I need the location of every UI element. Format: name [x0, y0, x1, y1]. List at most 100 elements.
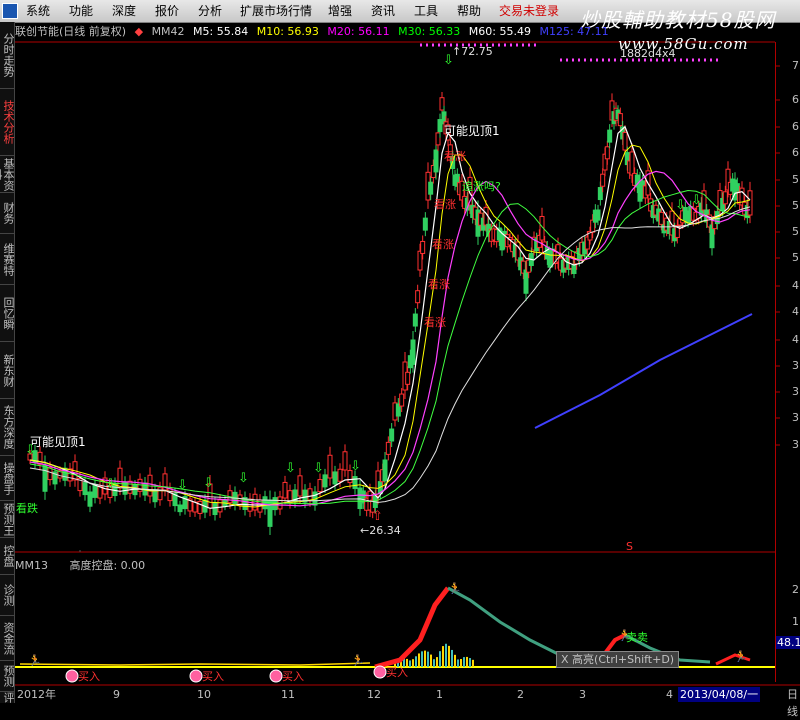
side-tab-comment[interactable]: 评: [0, 692, 15, 703]
ma60-label: M60: 55.49: [468, 25, 531, 38]
date-month-label: 9: [113, 688, 120, 701]
date-month-label: 2012年: [17, 688, 56, 701]
date-month-label: 11: [281, 688, 295, 701]
price-tick-label: 3: [792, 385, 799, 398]
menu-trade-login[interactable]: 交易未登录: [499, 0, 559, 22]
candle-body: [282, 481, 288, 499]
candle-body: [87, 491, 93, 507]
buy-marker-icon: [189, 669, 203, 683]
candle-body: [437, 119, 443, 133]
rise-signal-label: 看涨: [432, 237, 454, 251]
down-arrow-icon: ⇩: [25, 443, 36, 458]
price-tick-label: 7: [792, 59, 799, 72]
menu-quote[interactable]: 报价: [155, 0, 179, 22]
candle-body: [67, 468, 73, 482]
candle-body: [607, 129, 613, 143]
menu-tools[interactable]: 工具: [414, 0, 438, 22]
down-arrow-icon: ⇩: [313, 461, 324, 476]
candle-body: [327, 454, 333, 479]
price-tick-label: 3: [792, 411, 799, 424]
menu-analysis[interactable]: 分析: [198, 0, 222, 22]
rise-signal-label: 看涨: [428, 277, 450, 291]
up-arrow-icon: ⇧: [372, 509, 383, 524]
indicator-last-value: 48.1: [776, 636, 800, 649]
candle-body: [523, 269, 529, 294]
menu-system[interactable]: 系统: [26, 0, 50, 22]
candle-body: [622, 131, 628, 151]
side-tab-finance[interactable]: 财务: [0, 193, 15, 234]
indicator-title: MM13 高度控盘: 0.00: [15, 557, 163, 573]
side-tab-predict[interactable]: 预测: [0, 661, 15, 692]
candle-body: [117, 467, 123, 489]
ma125-line: [534, 313, 753, 429]
menu-function[interactable]: 功能: [69, 0, 93, 22]
candle-body: [237, 494, 243, 506]
kline-chart[interactable]: ↑72.75←26.341882d4x4可能见顶1可能见顶1看跌追涨吗?看涨看涨…: [0, 0, 800, 703]
buy-label: 买入: [78, 670, 100, 683]
side-tab-basic[interactable]: 基本资料: [0, 156, 15, 193]
indicator-panel-label: 高度控盘: 0.00: [69, 559, 146, 572]
candle-body: [410, 339, 416, 365]
price-tick-label: 6: [792, 146, 799, 159]
side-tab-technical[interactable]: 技术分析: [0, 89, 15, 156]
down-arrow-icon: ⇩: [285, 461, 296, 476]
down-arrow-icon: ⇩: [675, 198, 686, 213]
candle-body: [37, 451, 43, 465]
s-marker: S: [626, 540, 633, 553]
low-price-label: ←26.34: [360, 524, 401, 537]
ma-info-bar: 联创节能(日线 前复权) ◆ MM42 M5: 55.84 M10: 56.93…: [15, 23, 614, 41]
indicator-low-line: [19, 662, 371, 666]
ma60-line: [29, 206, 751, 503]
side-tab-trader[interactable]: 操盘手: [0, 456, 15, 501]
buy-marker-icon: [269, 669, 283, 683]
price-tick-label: 3: [792, 438, 799, 451]
down-arrow-icon: ⇩: [443, 53, 454, 68]
menu-depth[interactable]: 深度: [112, 0, 136, 22]
candle-body: [629, 151, 635, 176]
candle-body: [422, 217, 428, 231]
runner-icon: 🏃: [734, 650, 748, 663]
candle-body: [405, 371, 411, 385]
candle-body: [47, 467, 53, 481]
ma10-label: M10: 56.93: [256, 25, 319, 38]
candle-body: [217, 499, 223, 513]
date-month-label: 2: [517, 688, 524, 701]
candle-body: [600, 173, 606, 187]
side-tab-weisaite[interactable]: 维赛特: [0, 234, 15, 285]
side-tab-xindongcai[interactable]: 新东财: [0, 342, 15, 399]
down-arrow-icon: ⇩: [177, 478, 188, 493]
candle-body: [595, 209, 601, 221]
indicator-fall-curve: [447, 586, 591, 662]
buy-label: 买入: [282, 670, 304, 683]
side-tab-huiyi[interactable]: 回忆瞬: [0, 285, 15, 342]
side-tab-diagnosis[interactable]: 诊测: [0, 575, 15, 616]
date-month-label: 3: [579, 688, 586, 701]
high-price-label: ↑72.75: [452, 45, 493, 58]
runner-icon: 🏃: [618, 629, 632, 642]
side-tab-capital-flow[interactable]: 资金流: [0, 616, 15, 661]
candle-body: [389, 428, 395, 442]
menu-news[interactable]: 资讯: [371, 0, 395, 22]
highlight-tooltip: X 高亮(Ctrl+Shift+D): [556, 651, 680, 668]
side-tab-east-depth[interactable]: 东方深度: [0, 399, 15, 456]
candle-body: [342, 451, 348, 471]
candle-body: [212, 502, 218, 516]
expand-arrow-icon[interactable]: ◆: [135, 25, 143, 38]
down-arrow-icon: ⇩: [350, 459, 361, 474]
ma30-line: [29, 189, 751, 505]
side-tab-forecast-king[interactable]: 预测王: [0, 501, 15, 538]
down-arrow-icon: ⇩: [238, 471, 249, 486]
app-icon: [2, 3, 18, 19]
menu-enhance[interactable]: 增强: [328, 0, 352, 22]
candle-body: [382, 459, 388, 482]
date-month-label: 4: [666, 688, 673, 701]
candle-body: [177, 504, 183, 513]
side-tab-timeshare[interactable]: 分时走势: [0, 22, 15, 89]
side-tab-control[interactable]: 控盘: [0, 538, 15, 575]
runner-icon: 🏃: [448, 582, 462, 595]
date-axis: 2012年 9 10 11 12 1 2 3 4 2013/04/08/一 日线: [15, 686, 798, 718]
menu-help[interactable]: 帮助: [457, 0, 481, 22]
menu-extended-market[interactable]: 扩展市场行情: [240, 0, 312, 22]
down-arrow-icon: ⇩: [105, 477, 116, 492]
side-tab-bar: 分时走势 技术分析 基本资料 财务 维赛特 回忆瞬 新东财 东方深度 操盘手 预…: [0, 22, 15, 703]
